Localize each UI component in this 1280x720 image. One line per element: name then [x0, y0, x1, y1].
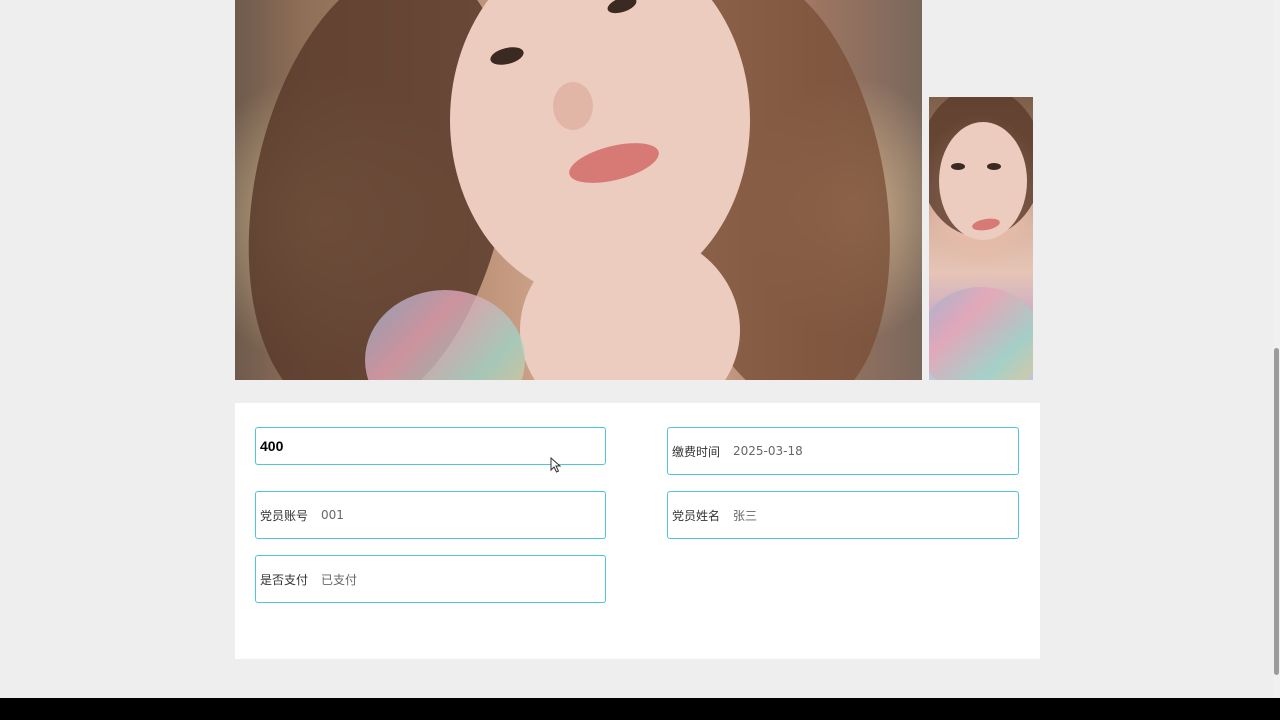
thumb-eye-left	[951, 163, 965, 170]
member-account-value: 001	[321, 508, 344, 522]
member-name-value: 张三	[733, 508, 758, 523]
bottom-bar	[0, 698, 1280, 720]
main-photo[interactable]	[235, 0, 922, 380]
vertical-scrollbar[interactable]	[1273, 0, 1280, 698]
payment-time-value: 2025-03-18	[733, 444, 803, 458]
thumbnail-photo[interactable]	[929, 97, 1033, 380]
nose-shape	[553, 82, 593, 130]
page: 缴费时间 2025-03-18 党员账号 001 党员姓名 张三 是否支付 已支…	[0, 0, 1280, 720]
member-name-label: 党员姓名	[672, 508, 721, 523]
is-paid-label: 是否支付	[260, 572, 309, 587]
mouse-cursor-icon	[550, 457, 562, 473]
detail-form-panel: 缴费时间 2025-03-18 党员账号 001 党员姓名 张三 是否支付 已支…	[235, 403, 1040, 659]
is-paid-value: 已支付	[321, 572, 358, 587]
payment-time-label: 缴费时间	[672, 444, 721, 459]
thumb-floral-shape	[929, 287, 1033, 380]
member-account-label: 党员账号	[260, 508, 309, 523]
thumb-eye-right	[987, 163, 1001, 170]
is-paid-field[interactable]: 是否支付 已支付	[255, 555, 606, 603]
member-account-field[interactable]: 党员账号 001	[255, 491, 606, 539]
payment-time-field[interactable]: 缴费时间 2025-03-18	[667, 427, 1019, 475]
scrollbar-thumb[interactable]	[1274, 348, 1279, 675]
member-name-field[interactable]: 党员姓名 张三	[667, 491, 1019, 539]
amount-input[interactable]	[260, 438, 605, 454]
